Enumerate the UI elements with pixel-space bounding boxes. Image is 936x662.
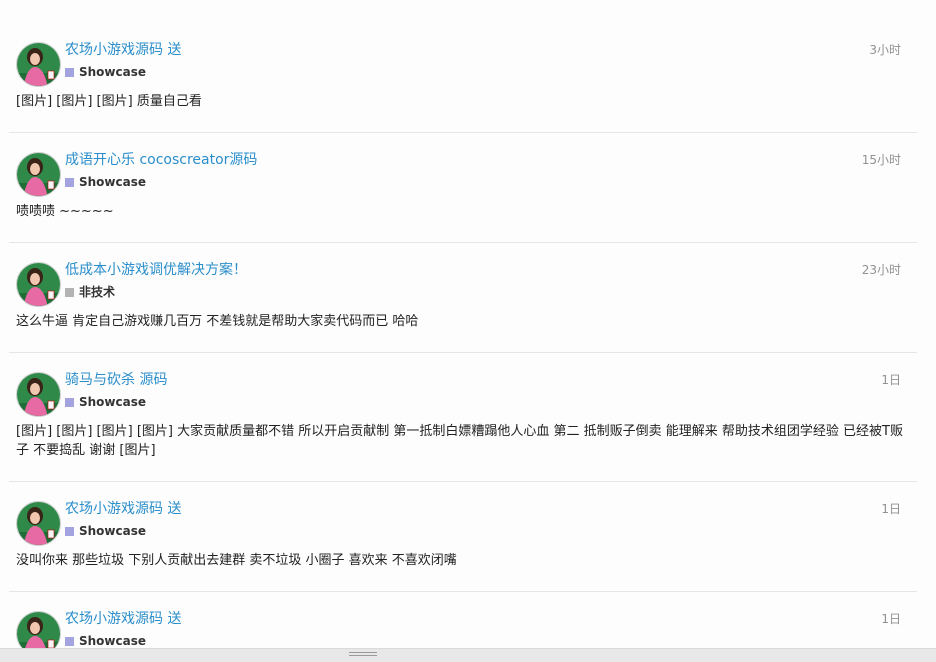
topic-excerpt[interactable]: 这么牛逼 肯定自己游戏赚几百万 不差钱就是帮助大家卖代码而已 哈哈 [16, 312, 911, 331]
topic-title-link[interactable]: 低成本小游戏调优解决方案！ [65, 260, 247, 280]
topic-item: 成语开心乐 cocoscreator源码 Showcase 15小时 啧啧啧 ~… [9, 152, 917, 243]
category-label: Showcase [79, 395, 147, 409]
category-badge[interactable]: 非技术 [65, 284, 115, 300]
avatar-image [17, 153, 60, 196]
topic-excerpt[interactable]: 啧啧啧 ~~~~~ [16, 202, 911, 221]
topic-item: 骑马与砍杀 源码 Showcase 1日 [图片] [图片] [图片] [图片]… [9, 372, 917, 482]
topic-age[interactable]: 23小时 [862, 261, 901, 279]
category-label: Showcase [79, 524, 147, 538]
avatar-image [17, 263, 60, 306]
category-color-square [65, 177, 74, 187]
topic-feed: 农场小游戏源码 送 Showcase 3小时 [图片] [图片] [图片] 质量… [0, 0, 936, 662]
topic-age[interactable]: 15小时 [862, 151, 901, 169]
resize-bar[interactable] [0, 648, 936, 662]
topic-excerpt[interactable]: 没叫你来 那些垃圾 下别人贡献出去建群 卖不垃圾 小圈子 喜欢来 不喜欢闭嘴 [16, 551, 911, 570]
drag-handle-icon[interactable] [349, 652, 377, 658]
topic-title-link[interactable]: 骑马与砍杀 源码 [65, 370, 167, 390]
topic-title-link[interactable]: 农场小游戏源码 送 [65, 499, 181, 519]
category-color-square [65, 67, 74, 77]
category-color-square [65, 397, 74, 407]
category-color-square [65, 526, 74, 536]
topic-title-link[interactable]: 农场小游戏源码 送 [65, 609, 181, 629]
topic-age[interactable]: 1日 [881, 371, 901, 389]
avatar[interactable] [16, 262, 61, 307]
category-label: Showcase [79, 634, 147, 648]
category-label: Showcase [79, 175, 147, 189]
avatar[interactable] [16, 42, 61, 87]
avatar-image [17, 502, 60, 545]
category-badge[interactable]: Showcase [65, 633, 146, 649]
avatar[interactable] [16, 501, 61, 546]
category-badge[interactable]: Showcase [65, 64, 146, 80]
category-badge[interactable]: Showcase [65, 174, 146, 190]
category-badge[interactable]: Showcase [65, 394, 146, 410]
category-color-square [65, 636, 74, 646]
topic-title-link[interactable]: 成语开心乐 cocoscreator源码 [65, 150, 257, 170]
category-badge[interactable]: Showcase [65, 523, 146, 539]
topic-age[interactable]: 1日 [881, 610, 901, 628]
avatar-image [17, 373, 60, 416]
topic-item: 农场小游戏源码 送 Showcase 3小时 [图片] [图片] [图片] 质量… [9, 42, 917, 133]
topic-excerpt[interactable]: [图片] [图片] [图片] 质量自己看 [16, 92, 911, 111]
category-label: 非技术 [79, 285, 116, 299]
topic-age[interactable]: 1日 [881, 500, 901, 518]
topic-age[interactable]: 3小时 [869, 41, 901, 59]
topic-excerpt[interactable]: [图片] [图片] [图片] [图片] 大家贡献质量都不错 所以开启贡献制 第一… [16, 422, 911, 460]
topic-item: 低成本小游戏调优解决方案！ 非技术 23小时 这么牛逼 肯定自己游戏赚几百万 不… [9, 262, 917, 353]
topic-item: 农场小游戏源码 送 Showcase 1日 没叫你来 那些垃圾 下别人贡献出去建… [9, 501, 917, 592]
avatar[interactable] [16, 372, 61, 417]
avatar[interactable] [16, 152, 61, 197]
topic-title-link[interactable]: 农场小游戏源码 送 [65, 40, 181, 60]
category-label: Showcase [79, 65, 147, 79]
avatar-image [17, 43, 60, 86]
category-color-square [65, 287, 74, 297]
